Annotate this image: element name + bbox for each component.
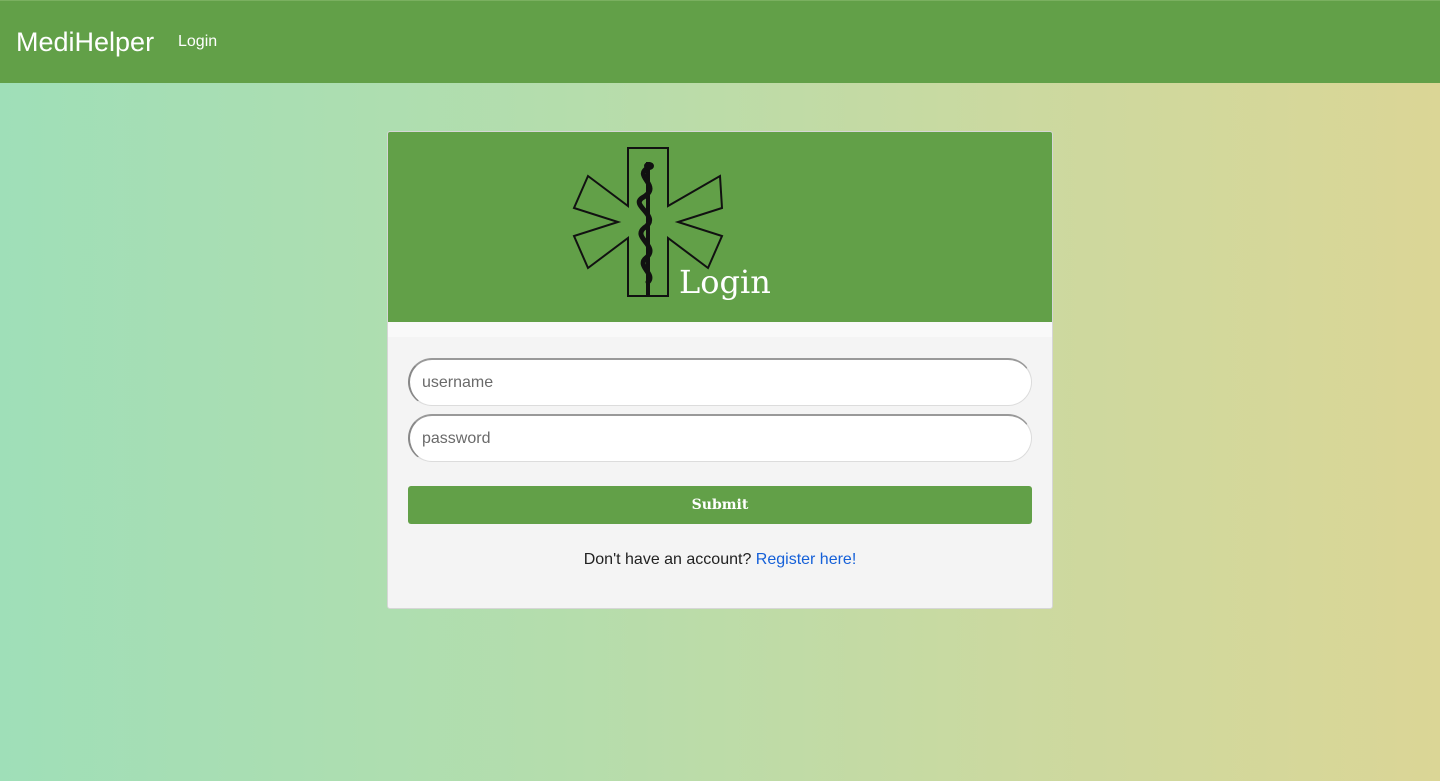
header-divider <box>388 322 1052 337</box>
username-input[interactable] <box>408 358 1032 406</box>
register-link[interactable]: Register here! <box>756 551 857 568</box>
login-card: Login Submit Don't have an account? Regi… <box>387 131 1053 609</box>
card-header: Login <box>388 132 1052 322</box>
top-navbar: MediHelper Login <box>0 0 1440 83</box>
submit-button[interactable]: Submit <box>408 486 1032 524</box>
card-title: Login <box>679 263 771 301</box>
password-input[interactable] <box>408 414 1032 462</box>
register-prompt-line: Don't have an account? Register here! <box>388 550 1052 570</box>
nav-login-link[interactable]: Login <box>178 33 217 51</box>
brand-link[interactable]: MediHelper <box>16 26 154 58</box>
register-prompt-text: Don't have an account? <box>583 551 756 568</box>
